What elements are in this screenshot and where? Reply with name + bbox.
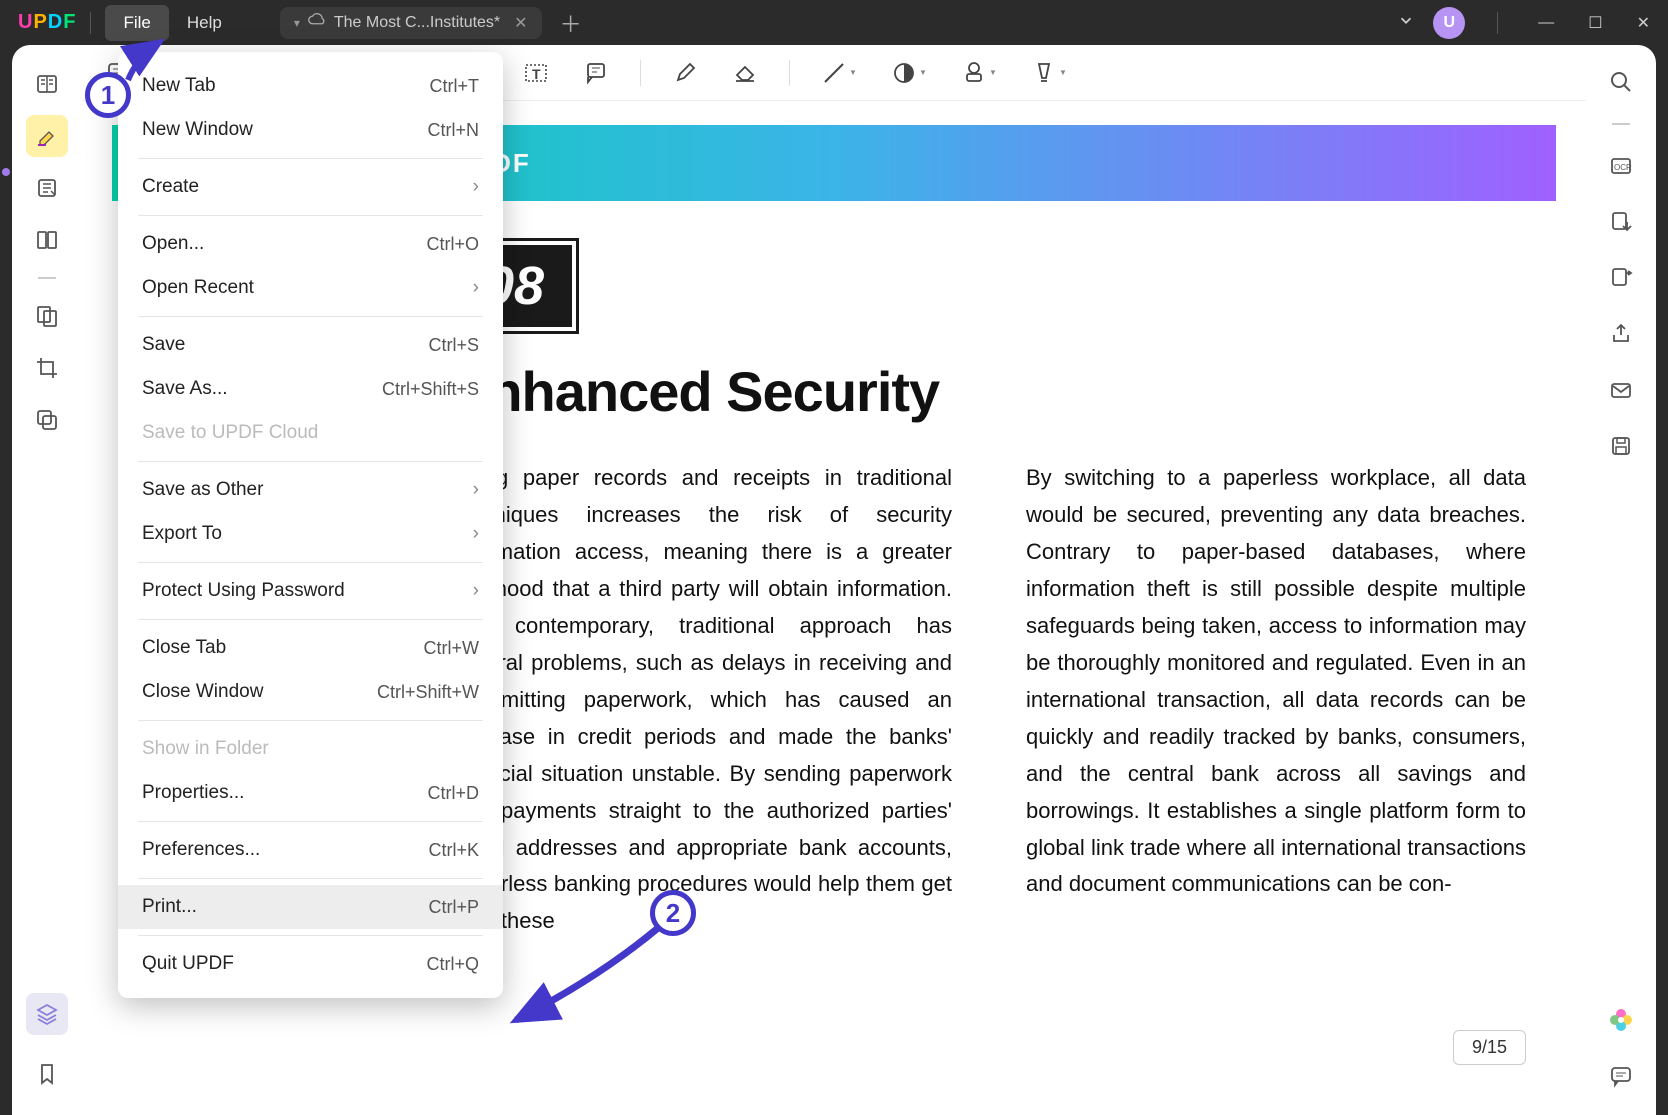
bookmark-tool[interactable] — [26, 1053, 68, 1095]
annotation-callout-1: 1 — [85, 72, 131, 118]
menu-print[interactable]: Print...Ctrl+P — [118, 885, 503, 929]
titlebar: UPDF File Help ▾ The Most C...Institutes… — [0, 0, 1668, 45]
menu-new-window[interactable]: New WindowCtrl+N — [118, 108, 503, 152]
ocr-icon[interactable]: OCR — [1602, 147, 1640, 185]
annotation-arrow-2 — [498, 918, 668, 1038]
menu-close-window[interactable]: Close WindowCtrl+Shift+W — [118, 670, 503, 714]
ai-assistant-icon[interactable] — [1602, 1001, 1640, 1039]
page-indicator[interactable]: 9/15 — [1453, 1030, 1526, 1065]
highlighter-tool[interactable] — [26, 115, 68, 157]
menu-open[interactable]: Open...Ctrl+O — [118, 222, 503, 266]
cloud-icon — [308, 13, 326, 32]
chevron-down-icon[interactable] — [1397, 11, 1415, 34]
callout-icon[interactable] — [580, 57, 612, 89]
menu-close-tab[interactable]: Close TabCtrl+W — [118, 626, 503, 670]
pencil-icon[interactable] — [669, 57, 701, 89]
left-toolbar — [12, 45, 82, 1115]
reader-tool[interactable] — [26, 63, 68, 105]
svg-text:T: T — [532, 66, 541, 82]
user-avatar[interactable]: U — [1433, 7, 1465, 39]
line-tool[interactable]: ▼ — [818, 57, 860, 89]
body-col-1: Using paper records and receipts in trad… — [452, 460, 952, 940]
menu-protect[interactable]: Protect Using Password› — [118, 569, 503, 613]
menu-open-recent[interactable]: Open Recent› — [118, 266, 503, 310]
indicator-dot — [2, 168, 10, 176]
menu-properties[interactable]: Properties...Ctrl+D — [118, 771, 503, 815]
pin-icon: ▾ — [294, 16, 300, 30]
convert-icon[interactable] — [1602, 203, 1640, 241]
section-heading: Enhanced Security — [452, 359, 1526, 424]
close-window-button[interactable]: ✕ — [1629, 9, 1658, 37]
shape-tool[interactable]: ▼ — [888, 57, 930, 89]
signature-tool[interactable]: ▼ — [1028, 57, 1070, 89]
crop-tool[interactable] — [26, 347, 68, 389]
body-col-2: By switching to a paperless workplace, a… — [1026, 460, 1526, 940]
eraser-icon[interactable] — [729, 57, 761, 89]
textbox-icon[interactable]: T — [520, 57, 552, 89]
menu-create[interactable]: Create› — [118, 165, 503, 209]
menu-save-as[interactable]: Save As...Ctrl+Shift+S — [118, 367, 503, 411]
separator — [1497, 12, 1498, 34]
minimize-button[interactable]: — — [1530, 10, 1562, 36]
email-icon[interactable] — [1602, 371, 1640, 409]
menu-export[interactable]: Export To› — [118, 512, 503, 556]
save-icon[interactable] — [1602, 427, 1640, 465]
export-icon[interactable] — [1602, 259, 1640, 297]
maximize-button[interactable]: ☐ — [1580, 9, 1610, 37]
menu-save-cloud: Save to UPDF Cloud — [118, 411, 503, 455]
organize-tool[interactable] — [26, 295, 68, 337]
share-icon[interactable] — [1602, 315, 1640, 353]
svg-text:OCR: OCR — [1614, 163, 1632, 172]
separator — [90, 12, 91, 34]
menu-save[interactable]: SaveCtrl+S — [118, 323, 503, 367]
tab-title: The Most C...Institutes* — [334, 14, 500, 32]
stamp-tool[interactable]: ▼ — [958, 57, 1000, 89]
right-toolbar: OCR — [1586, 45, 1656, 1115]
menu-preferences[interactable]: Preferences...Ctrl+K — [118, 828, 503, 872]
page-tool[interactable] — [26, 219, 68, 261]
menu-save-other[interactable]: Save as Other› — [118, 468, 503, 512]
file-menu-dropdown: New TabCtrl+T New WindowCtrl+N Create› O… — [118, 52, 503, 998]
edit-text-tool[interactable] — [26, 167, 68, 209]
close-tab-icon[interactable]: ✕ — [514, 13, 527, 33]
menu-quit[interactable]: Quit UPDFCtrl+Q — [118, 942, 503, 986]
separator — [38, 277, 56, 279]
menu-show-folder: Show in Folder — [118, 727, 503, 771]
document-tab[interactable]: ▾ The Most C...Institutes* ✕ — [280, 7, 542, 39]
annotation-arrow-1 — [120, 36, 180, 86]
new-tab-button[interactable]: ＋ — [560, 7, 582, 39]
app-logo: UPDF — [18, 11, 76, 34]
compare-tool[interactable] — [26, 399, 68, 441]
search-icon[interactable] — [1602, 63, 1640, 101]
comment-icon[interactable] — [1602, 1057, 1640, 1095]
layers-tool[interactable] — [26, 993, 68, 1035]
annotation-callout-2: 2 — [650, 890, 696, 936]
